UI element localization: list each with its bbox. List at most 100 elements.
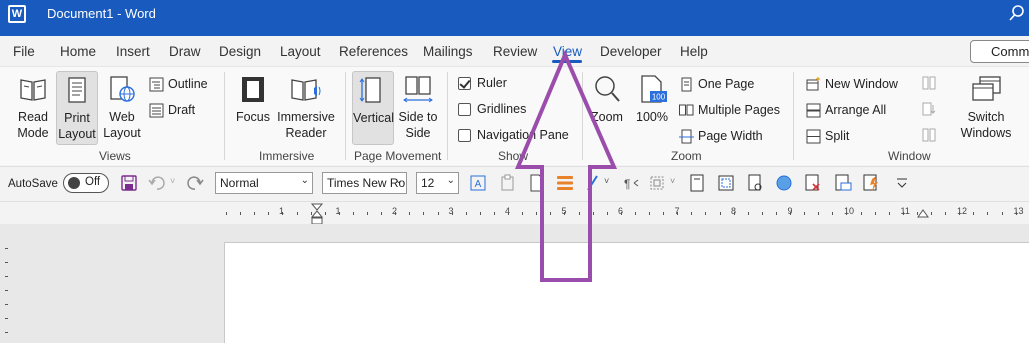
- ruler-tick: [861, 212, 862, 215]
- globe-icon[interactable]: [775, 174, 793, 192]
- ruler-check-indicator[interactable]: [458, 77, 471, 90]
- ruler-tick: [325, 212, 326, 215]
- ruler-tick: [748, 212, 749, 215]
- zoom-100-button[interactable]: 100 100%: [634, 71, 670, 145]
- tab-help[interactable]: Help: [680, 44, 708, 59]
- document-page[interactable]: [224, 242, 1029, 343]
- search-icon[interactable]: [1007, 3, 1027, 25]
- tab-mailings[interactable]: Mailings: [423, 44, 473, 59]
- ruler-number: 13: [1013, 206, 1024, 216]
- synchronous-scrolling-icon[interactable]: [922, 102, 936, 116]
- ruler-tick: [818, 212, 819, 215]
- side-to-side-button[interactable]: Side to Side: [397, 71, 439, 145]
- save-icon[interactable]: [120, 174, 138, 192]
- redo-icon[interactable]: [186, 174, 204, 192]
- read-mode-label: Read Mode: [17, 110, 49, 140]
- tab-developer[interactable]: Developer: [600, 44, 662, 59]
- reset-window-position-icon[interactable]: [922, 128, 936, 142]
- focus-label: Focus: [235, 110, 271, 124]
- switch-windows-button[interactable]: Switch Windows: [955, 71, 1017, 145]
- delete-comment-icon[interactable]: [804, 174, 822, 192]
- page-layout-icon[interactable]: [688, 174, 706, 192]
- view-side-by-side-icon[interactable]: [922, 76, 936, 90]
- tab-design[interactable]: Design: [219, 44, 261, 59]
- ruler-tick: [339, 212, 340, 215]
- add-on-icon[interactable]: [862, 174, 880, 192]
- split-label: Split: [825, 129, 850, 143]
- split-icon: [806, 129, 821, 144]
- tab-file[interactable]: File: [13, 44, 35, 59]
- zoom-100-label: 100%: [636, 110, 668, 124]
- right-indent-marker-icon[interactable]: [917, 208, 929, 218]
- active-tab-indicator: [552, 60, 582, 63]
- ruler-tick: [536, 212, 537, 215]
- new-document-icon[interactable]: [528, 174, 546, 192]
- zoom-button[interactable]: Zoom: [589, 71, 625, 145]
- ruler-tick: [409, 212, 410, 215]
- tab-review[interactable]: Review: [493, 44, 537, 59]
- ruler-tick: [677, 212, 678, 215]
- read-mode-button[interactable]: Read Mode: [12, 71, 54, 145]
- print-preview-icon[interactable]: [746, 174, 764, 192]
- margins-icon[interactable]: [717, 174, 735, 192]
- comments-button[interactable]: Comm: [970, 40, 1029, 63]
- ruler-tick: [466, 212, 467, 215]
- font-size-dropdown-icon[interactable]: ⌄: [447, 175, 455, 186]
- customize-toolbar-icon[interactable]: [893, 174, 911, 192]
- undo-dropdown-icon[interactable]: ˅: [170, 176, 175, 186]
- outline-label: Outline: [168, 77, 208, 91]
- line-spacing-icon[interactable]: [556, 174, 574, 192]
- zoom-100-icon: 100: [641, 75, 667, 103]
- font-combobox[interactable]: Times New Ro ⌄: [322, 172, 407, 194]
- immersive-reader-button[interactable]: Immersive Reader: [277, 71, 335, 145]
- tab-layout[interactable]: Layout: [280, 44, 321, 59]
- new-window-icon: [806, 77, 820, 91]
- new-window-label: New Window: [825, 77, 898, 91]
- mail-document-icon[interactable]: [834, 174, 852, 192]
- font-size-combobox[interactable]: 12 ⌄: [416, 172, 459, 194]
- font-dropdown-icon[interactable]: ⌄: [395, 175, 403, 186]
- gridlines-check-indicator[interactable]: [458, 103, 471, 116]
- ruler-tick: [762, 212, 763, 215]
- comments-button-label: Comm: [991, 44, 1029, 59]
- tab-insert[interactable]: Insert: [116, 44, 150, 59]
- ruler-tick: [268, 212, 269, 215]
- select-dropdown-icon[interactable]: ˅: [670, 176, 675, 186]
- vertical-button[interactable]: Vertical: [352, 71, 394, 145]
- style-dropdown-icon[interactable]: ⌄: [301, 175, 309, 186]
- tab-view[interactable]: View: [553, 44, 582, 59]
- style-combobox[interactable]: Normal ⌄: [215, 172, 313, 194]
- immersive-reader-icon: [291, 79, 321, 101]
- zoom-group-label: Zoom: [671, 149, 702, 163]
- tab-home[interactable]: Home: [60, 44, 96, 59]
- indent-marker-icon[interactable]: [310, 203, 324, 225]
- ruler-tick: [522, 212, 523, 215]
- ruler-tick: [367, 212, 368, 215]
- print-layout-button[interactable]: Print Layout: [56, 71, 98, 145]
- focus-button[interactable]: Focus: [233, 71, 273, 145]
- select-objects-icon[interactable]: [648, 174, 666, 192]
- web-layout-label: Web Layout: [103, 110, 141, 140]
- text-direction-icon[interactable]: [584, 174, 602, 192]
- tab-draw[interactable]: Draw: [169, 44, 201, 59]
- vertical-ruler-tick: [5, 304, 8, 305]
- show-group-label: Show: [498, 149, 529, 163]
- tab-references[interactable]: References: [339, 44, 408, 59]
- autosave-toggle[interactable]: Off: [63, 173, 109, 193]
- ribbon-separator: [447, 72, 448, 160]
- navigation-pane-check-indicator[interactable]: [458, 129, 471, 142]
- web-layout-button[interactable]: Web Layout: [101, 71, 143, 145]
- text-direction-dropdown-icon[interactable]: ˅: [604, 176, 609, 186]
- font-value: Times New Ro: [327, 176, 406, 190]
- ribbon-separator: [224, 72, 225, 160]
- switch-windows-label: Switch Windows: [960, 110, 1012, 140]
- draft-label: Draft: [168, 103, 196, 117]
- undo-icon[interactable]: [148, 174, 166, 192]
- outline-icon: [149, 77, 164, 92]
- ruler-tick: [508, 212, 509, 215]
- clipboard-icon[interactable]: [499, 174, 517, 192]
- paragraph-marks-icon[interactable]: ¶: [622, 174, 640, 192]
- arrange-all-icon: [806, 103, 821, 118]
- text-box-icon[interactable]: A: [469, 174, 487, 192]
- page-movement-group-label: Page Movement: [354, 149, 442, 163]
